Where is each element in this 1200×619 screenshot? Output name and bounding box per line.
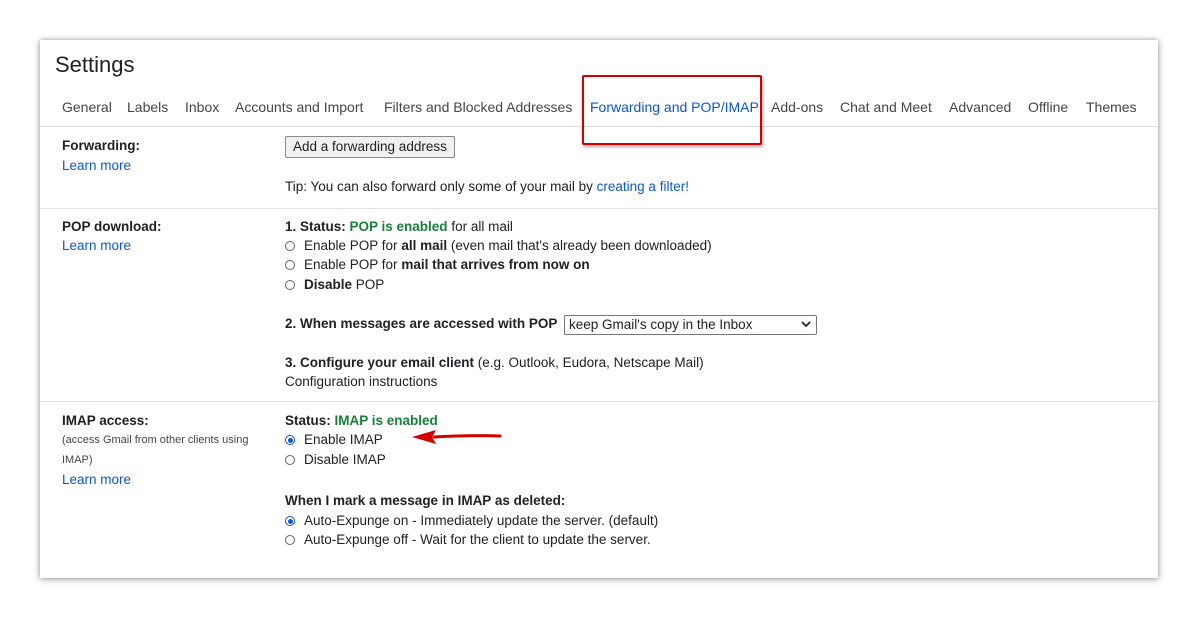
- imap-status-value: IMAP is enabled: [334, 413, 438, 428]
- enable-imap-radio[interactable]: [285, 435, 295, 445]
- pop-configure-rest: (e.g. Outlook, Eudora, Netscape Mail): [474, 355, 704, 370]
- tab-themes[interactable]: Themes: [1086, 99, 1137, 115]
- pop-access-select[interactable]: keep Gmail's copy in the Inbox: [564, 315, 817, 335]
- option-text: Disable IMAP: [304, 452, 386, 467]
- option-text: Auto-Expunge on - Immediately update the…: [304, 513, 659, 528]
- page-title: Settings: [55, 52, 135, 77]
- tab-chat-and-meet[interactable]: Chat and Meet: [840, 99, 932, 115]
- option-bold: all mail: [401, 238, 448, 253]
- tab-inbox[interactable]: Inbox: [185, 99, 219, 115]
- option-text: POP: [352, 277, 385, 292]
- option-text: Enable POP for: [304, 257, 402, 272]
- option-text: Auto-Expunge off - Wait for the client t…: [304, 532, 651, 547]
- tab-general[interactable]: General: [62, 99, 112, 115]
- imap-learn-more-link[interactable]: Learn more: [62, 472, 131, 487]
- tab-filters-and-blocked-addresses[interactable]: Filters and Blocked Addresses: [384, 99, 572, 115]
- section-divider: [40, 401, 1158, 402]
- tab-accounts-and-import[interactable]: Accounts and Import: [235, 99, 363, 115]
- pop-access-label: 2. When messages are accessed with POP: [285, 316, 558, 331]
- expunge-on-radio[interactable]: [285, 516, 295, 526]
- imap-option-enable[interactable]: Enable IMAP: [285, 432, 383, 447]
- imap-status-prefix: Status:: [285, 413, 335, 428]
- imap-access-label: IMAP access:: [62, 413, 149, 428]
- option-text: (even mail that's already been downloade…: [447, 238, 712, 253]
- forwarding-label: Forwarding:: [62, 138, 140, 153]
- forwarding-tip-text: Tip: You can also forward only some of y…: [285, 179, 597, 194]
- disable-imap-radio[interactable]: [285, 455, 295, 465]
- settings-panel: Settings General Labels Inbox Accounts a…: [40, 40, 1158, 578]
- option-text: Enable POP for: [304, 238, 402, 253]
- option-bold: mail that arrives from now on: [401, 257, 590, 272]
- highlight-box: [582, 75, 762, 145]
- pop-status-value: POP is enabled: [349, 219, 448, 234]
- pop-access-select-value: keep Gmail's copy in the Inbox: [569, 317, 753, 332]
- pop-from-now-radio[interactable]: [285, 260, 295, 270]
- tab-offline[interactable]: Offline: [1028, 99, 1068, 115]
- pop-option-disable[interactable]: Disable POP: [285, 277, 384, 292]
- tab-add-ons[interactable]: Add-ons: [771, 99, 823, 115]
- forwarding-learn-more-link[interactable]: Learn more: [62, 158, 131, 173]
- expunge-on-option[interactable]: Auto-Expunge on - Immediately update the…: [285, 513, 658, 528]
- imap-option-disable[interactable]: Disable IMAP: [285, 452, 386, 467]
- pop-status: 1. Status: POP is enabled for all mail: [285, 219, 513, 234]
- expunge-off-radio[interactable]: [285, 535, 295, 545]
- imap-deleted-heading: When I mark a message in IMAP as deleted…: [285, 493, 566, 508]
- configuration-instructions-link[interactable]: Configuration instructions: [285, 374, 437, 389]
- pop-option-from-now-on[interactable]: Enable POP for mail that arrives from no…: [285, 257, 590, 272]
- pop-status-suffix: for all mail: [447, 219, 513, 234]
- add-forwarding-address-button[interactable]: Add a forwarding address: [285, 136, 455, 158]
- chevron-down-icon: [801, 321, 811, 328]
- imap-sublabel: (access Gmail from other clients using I…: [62, 434, 249, 466]
- section-divider: [40, 208, 1158, 209]
- pop-configure-bold: 3. Configure your email client: [285, 355, 475, 370]
- option-bold: Disable: [304, 277, 353, 292]
- tab-labels[interactable]: Labels: [127, 99, 168, 115]
- pop-configure: 3. Configure your email client (e.g. Out…: [285, 355, 704, 370]
- forwarding-tip: Tip: You can also forward only some of y…: [285, 179, 689, 194]
- creating-filter-link[interactable]: creating a filter!: [597, 179, 689, 194]
- red-arrow-icon: [412, 430, 502, 444]
- option-text: Enable IMAP: [304, 432, 383, 447]
- pop-all-mail-radio[interactable]: [285, 241, 295, 251]
- pop-status-prefix: 1. Status:: [285, 219, 350, 234]
- imap-status: Status: IMAP is enabled: [285, 413, 438, 428]
- pop-disable-radio[interactable]: [285, 280, 295, 290]
- pop-learn-more-link[interactable]: Learn more: [62, 238, 131, 253]
- pop-download-label: POP download:: [62, 219, 162, 234]
- tab-advanced[interactable]: Advanced: [949, 99, 1011, 115]
- expunge-off-option[interactable]: Auto-Expunge off - Wait for the client t…: [285, 532, 651, 547]
- pop-option-all-mail[interactable]: Enable POP for all mail (even mail that'…: [285, 238, 712, 253]
